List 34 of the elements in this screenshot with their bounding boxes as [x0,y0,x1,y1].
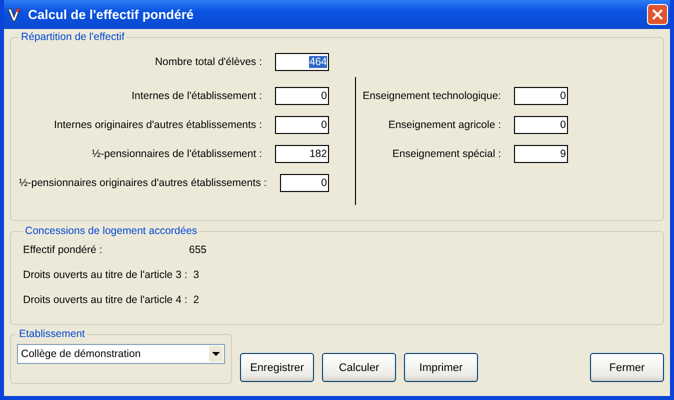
input-field[interactable]: 464 [275,53,329,71]
result-label: Effectif pondéré : [23,244,104,256]
close-button[interactable]: Fermer [590,353,664,382]
field-label: ½-pensionnaires originaires d'autres établissements : [19,177,267,189]
result-value: 655 [189,244,207,256]
input-field[interactable]: 0 [275,87,329,105]
app-icon [6,6,22,22]
field-label: Internes de l'établissement : [132,90,262,102]
field-label: Internes originaires d'autres établissements : [54,119,262,131]
input-field[interactable]: 0 [514,116,568,134]
input-field[interactable]: 182 [275,145,329,163]
group-title: Concessions de logement accordées [24,225,198,237]
result-label: Droits ouverts au titre de l'article 4 : [23,294,188,306]
result-label: Droits ouverts au titre de l'article 3 : [23,268,188,280]
field-label: Enseignement technologique: [362,90,501,102]
field-label: Enseignement agricole : [388,119,501,131]
input-field[interactable]: 0 [514,87,568,105]
action-button[interactable]: Calculer [322,353,396,382]
field-label: Nombre total d'élèves : [154,56,262,68]
close-icon[interactable] [647,4,668,25]
field-label: Enseignement spécial : [392,148,501,160]
action-button[interactable]: Enregistrer [240,353,314,382]
result-value: 3 [193,268,200,280]
dropdown[interactable]: Collège de démonstration [17,344,225,364]
window-title: Calcul de l'effectif pondéré [28,7,195,22]
input-field[interactable]: 0 [275,116,329,134]
action-button[interactable]: Imprimer [404,353,478,382]
group-title: Etablissement [18,328,86,340]
result-value: 2 [193,294,200,306]
group-title: Répartition de l'effectif [20,31,126,43]
input-field[interactable]: 9 [514,145,568,163]
field-label: ½-pensionnaires de l'établissement : [92,148,262,160]
input-field[interactable]: 0 [280,174,329,192]
field-value: 464 [309,56,327,68]
